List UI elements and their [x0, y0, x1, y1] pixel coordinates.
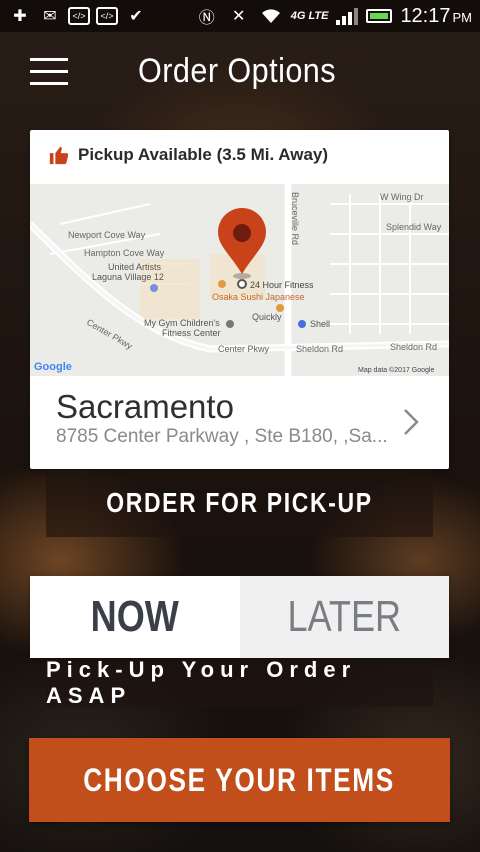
- hamburger-menu-icon[interactable]: [30, 58, 68, 86]
- location-address: 8785 Center Parkway , Ste B180, ,Sa...: [56, 426, 386, 447]
- map-label-ua1: United Artists: [108, 262, 162, 272]
- map-label-bruceville: Bruceville Rd: [290, 192, 300, 245]
- choose-your-items-button[interactable]: CHOOSE YOUR ITEMS: [29, 738, 450, 822]
- map-label-osaka: Osaka Sushi Japanese: [212, 292, 305, 302]
- thumbs-up-icon: [49, 146, 69, 165]
- nfc-icon: Ⓝ: [198, 10, 215, 27]
- store-map[interactable]: Bruceville Rd W Wing Dr Splendid Way New…: [30, 184, 449, 376]
- network-type: 4G LTE: [290, 10, 329, 22]
- plus-icon: ✚: [13, 8, 27, 25]
- map-label-wwing: W Wing Dr: [380, 192, 424, 202]
- map-label-hampton: Hampton Cove Way: [84, 248, 165, 258]
- battery-icon: [366, 9, 393, 23]
- store-card[interactable]: Pickup Available (3.5 Mi. Away) Brucevil…: [30, 130, 449, 469]
- code-icon: </>: [96, 7, 118, 25]
- timing-segmented-control[interactable]: NOW LATER: [30, 576, 449, 658]
- pickup-availability: Pickup Available (3.5 Mi. Away): [48, 144, 328, 166]
- google-logo: Google: [34, 361, 72, 373]
- page-title: Order Options: [138, 52, 337, 90]
- status-bar: ✚ ✉ </> </> ✔ Ⓝ ✕ 4G LTE 12:17 PM: [0, 0, 480, 32]
- pickup-label: Pickup Available (3.5 Mi. Away): [78, 145, 329, 164]
- map-label-newport: Newport Cove Way: [68, 230, 146, 240]
- later-option[interactable]: LATER: [239, 576, 449, 658]
- clock-ampm: PM: [452, 9, 473, 25]
- order-for-pickup-label: ORDER FOR PICK-UP: [106, 487, 373, 518]
- code-icon: </>: [68, 7, 90, 25]
- wifi-icon: [259, 6, 283, 26]
- now-option[interactable]: NOW: [30, 576, 240, 658]
- location-name: Sacramento: [56, 388, 234, 425]
- later-label: LATER: [287, 592, 402, 641]
- map-attribution: Map data ©2017 Google: [358, 366, 434, 374]
- mute-icon: ✕: [232, 8, 246, 25]
- chevron-right-icon[interactable]: [401, 408, 421, 436]
- clock-time: 12:17: [400, 4, 451, 27]
- asap-caption: Pick-Up Your Order ASAP: [46, 657, 433, 708]
- map-label-splendid: Splendid Way: [386, 222, 442, 232]
- map-label-centerpkwy: Center Pkwy: [218, 344, 270, 354]
- order-for-pickup-button[interactable]: ORDER FOR PICK-UP: [46, 469, 433, 537]
- check-icon: ✔: [129, 8, 143, 25]
- choose-items-label: CHOOSE YOUR ITEMS: [83, 761, 396, 798]
- map-label-mygym1: My Gym Children's: [144, 318, 220, 328]
- mail-icon: ✉: [43, 8, 57, 25]
- map-label-sheldon2: Sheldon Rd: [390, 342, 437, 352]
- map-label-quickly: Quickly: [252, 312, 282, 322]
- map-label-mygym2: Fitness Center: [162, 328, 221, 338]
- map-label-fitness: 24 Hour Fitness: [250, 280, 314, 290]
- map-label-sheldon1: Sheldon Rd: [296, 344, 343, 354]
- map-label-ua2: Laguna Village 12: [92, 272, 164, 282]
- map-label-shell: Shell: [310, 319, 330, 329]
- signal-icon: [336, 7, 359, 25]
- now-label: NOW: [90, 592, 179, 641]
